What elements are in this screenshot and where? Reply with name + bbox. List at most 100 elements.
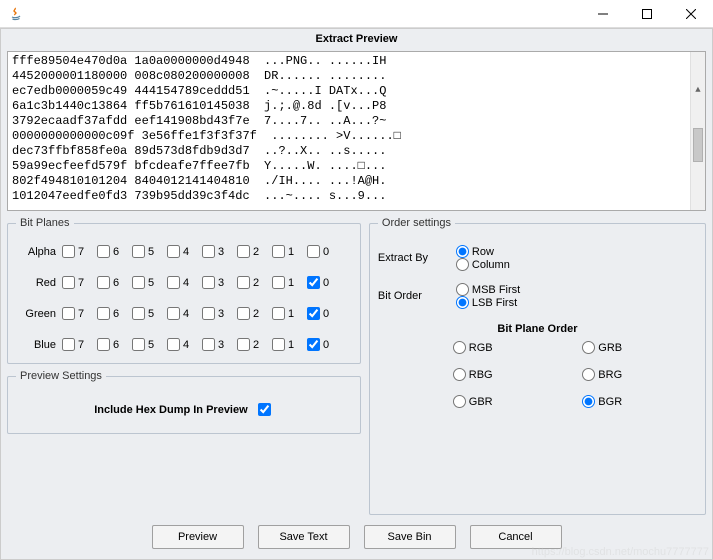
bitplane-alpha-5-checkbox[interactable] (132, 245, 145, 258)
bitplane-red-2[interactable]: 2 (237, 276, 272, 289)
extract-by-column-radio[interactable] (456, 258, 469, 271)
bitplane-blue-4[interactable]: 4 (167, 338, 202, 351)
bitplane-green-0-checkbox[interactable] (307, 307, 320, 320)
bitplane-blue-5-checkbox[interactable] (132, 338, 145, 351)
bitplane-green-2[interactable]: 2 (237, 307, 272, 320)
bit-order-msb-first[interactable]: MSB First (456, 283, 520, 296)
minimize-button[interactable] (581, 0, 625, 28)
extract-by-column[interactable]: Column (456, 258, 510, 271)
plane-order-rgb-radio[interactable] (453, 341, 466, 354)
bitplane-blue-7[interactable]: 7 (62, 338, 97, 351)
bitplane-red-0-checkbox[interactable] (307, 276, 320, 289)
bitplane-blue-2[interactable]: 2 (237, 338, 272, 351)
plane-order-brg[interactable]: BRG (582, 368, 622, 381)
preview-button[interactable]: Preview (152, 525, 244, 549)
bitplane-red-5[interactable]: 5 (132, 276, 167, 289)
bitplane-alpha-7-checkbox[interactable] (62, 245, 75, 258)
bitplane-red-3[interactable]: 3 (202, 276, 237, 289)
bitplane-blue-7-checkbox[interactable] (62, 338, 75, 351)
cancel-button[interactable]: Cancel (470, 525, 562, 549)
bitplane-blue-3[interactable]: 3 (202, 338, 237, 351)
hex-dump-pane[interactable]: fffe89504e470d0a 1a0a0000000d4948 ...PNG… (7, 51, 706, 211)
extract-by-row[interactable]: Row (456, 245, 510, 258)
bitplane-bit-label: 6 (113, 308, 119, 320)
bitplane-red-7[interactable]: 7 (62, 276, 97, 289)
bitplane-alpha-3[interactable]: 3 (202, 245, 237, 258)
bitplane-alpha-7[interactable]: 7 (62, 245, 97, 258)
bitplane-green-3[interactable]: 3 (202, 307, 237, 320)
bitplane-green-4-checkbox[interactable] (167, 307, 180, 320)
plane-order-brg-radio[interactable] (582, 368, 595, 381)
bitplane-green-5-checkbox[interactable] (132, 307, 145, 320)
bitplane-alpha-4[interactable]: 4 (167, 245, 202, 258)
bitplane-green-7-checkbox[interactable] (62, 307, 75, 320)
scroll-thumb[interactable] (693, 128, 703, 162)
bitplane-alpha-5[interactable]: 5 (132, 245, 167, 258)
bitplane-alpha-6-checkbox[interactable] (97, 245, 110, 258)
bitplane-bit-label: 0 (323, 339, 329, 351)
bitplane-green-7[interactable]: 7 (62, 307, 97, 320)
plane-order-rbg-radio[interactable] (453, 368, 466, 381)
bitplane-blue-0[interactable]: 0 (307, 338, 342, 351)
plane-order-gbr[interactable]: GBR (453, 395, 493, 408)
bitplane-alpha-1[interactable]: 1 (272, 245, 307, 258)
plane-order-rgb[interactable]: RGB (453, 341, 493, 354)
bitplane-red-3-checkbox[interactable] (202, 276, 215, 289)
bitplane-alpha-1-checkbox[interactable] (272, 245, 285, 258)
bitplane-red-2-checkbox[interactable] (237, 276, 250, 289)
include-hex-checkbox[interactable] (258, 403, 271, 416)
bitplane-blue-6[interactable]: 6 (97, 338, 132, 351)
bitplane-alpha-3-checkbox[interactable] (202, 245, 215, 258)
bit-order-label: Bit Order (378, 290, 450, 302)
scroll-up-icon[interactable]: ▲ (691, 82, 705, 98)
plane-order-gbr-radio[interactable] (453, 395, 466, 408)
bitplane-red-6-checkbox[interactable] (97, 276, 110, 289)
bitplane-blue-5[interactable]: 5 (132, 338, 167, 351)
bitplane-blue-4-checkbox[interactable] (167, 338, 180, 351)
bitplane-blue-3-checkbox[interactable] (202, 338, 215, 351)
bitplane-green-2-checkbox[interactable] (237, 307, 250, 320)
bitplane-alpha-2-checkbox[interactable] (237, 245, 250, 258)
bitplane-alpha-4-checkbox[interactable] (167, 245, 180, 258)
plane-order-bgr-radio[interactable] (582, 395, 595, 408)
bitplane-green-4[interactable]: 4 (167, 307, 202, 320)
bitplane-red-1-checkbox[interactable] (272, 276, 285, 289)
bitplane-green-6-checkbox[interactable] (97, 307, 110, 320)
bitplane-blue-1[interactable]: 1 (272, 338, 307, 351)
extract-by-row-radio[interactable] (456, 245, 469, 258)
bit-order-lsb-first-radio[interactable] (456, 296, 469, 309)
bitplane-alpha-2[interactable]: 2 (237, 245, 272, 258)
plane-order-rbg[interactable]: RBG (453, 368, 493, 381)
bitplane-blue-6-checkbox[interactable] (97, 338, 110, 351)
bitplane-red-5-checkbox[interactable] (132, 276, 145, 289)
bitplane-red-4[interactable]: 4 (167, 276, 202, 289)
bitplane-blue-2-checkbox[interactable] (237, 338, 250, 351)
bit-order-msb-first-radio[interactable] (456, 283, 469, 296)
minimize-icon (598, 9, 608, 19)
bitplane-alpha-0[interactable]: 0 (307, 245, 342, 258)
bitplane-blue-1-checkbox[interactable] (272, 338, 285, 351)
bit-order-lsb-first[interactable]: LSB First (456, 296, 520, 309)
close-button[interactable] (669, 0, 713, 28)
plane-order-grb-radio[interactable] (582, 341, 595, 354)
bitplane-blue-0-checkbox[interactable] (307, 338, 320, 351)
bitplane-red-6[interactable]: 6 (97, 276, 132, 289)
bitplane-alpha-0-checkbox[interactable] (307, 245, 320, 258)
bitplane-green-6[interactable]: 6 (97, 307, 132, 320)
bitplane-red-1[interactable]: 1 (272, 276, 307, 289)
scrollbar[interactable]: ▲ (690, 52, 705, 210)
bitplane-red-4-checkbox[interactable] (167, 276, 180, 289)
bitplane-red-7-checkbox[interactable] (62, 276, 75, 289)
save-text-button[interactable]: Save Text (258, 525, 350, 549)
maximize-button[interactable] (625, 0, 669, 28)
bitplane-alpha-6[interactable]: 6 (97, 245, 132, 258)
bitplane-green-0[interactable]: 0 (307, 307, 342, 320)
bitplane-green-1-checkbox[interactable] (272, 307, 285, 320)
plane-order-grb[interactable]: GRB (582, 341, 622, 354)
bitplane-green-3-checkbox[interactable] (202, 307, 215, 320)
plane-order-bgr[interactable]: BGR (582, 395, 622, 408)
bitplane-green-5[interactable]: 5 (132, 307, 167, 320)
bitplane-red-0[interactable]: 0 (307, 276, 342, 289)
bitplane-green-1[interactable]: 1 (272, 307, 307, 320)
save-bin-button[interactable]: Save Bin (364, 525, 456, 549)
